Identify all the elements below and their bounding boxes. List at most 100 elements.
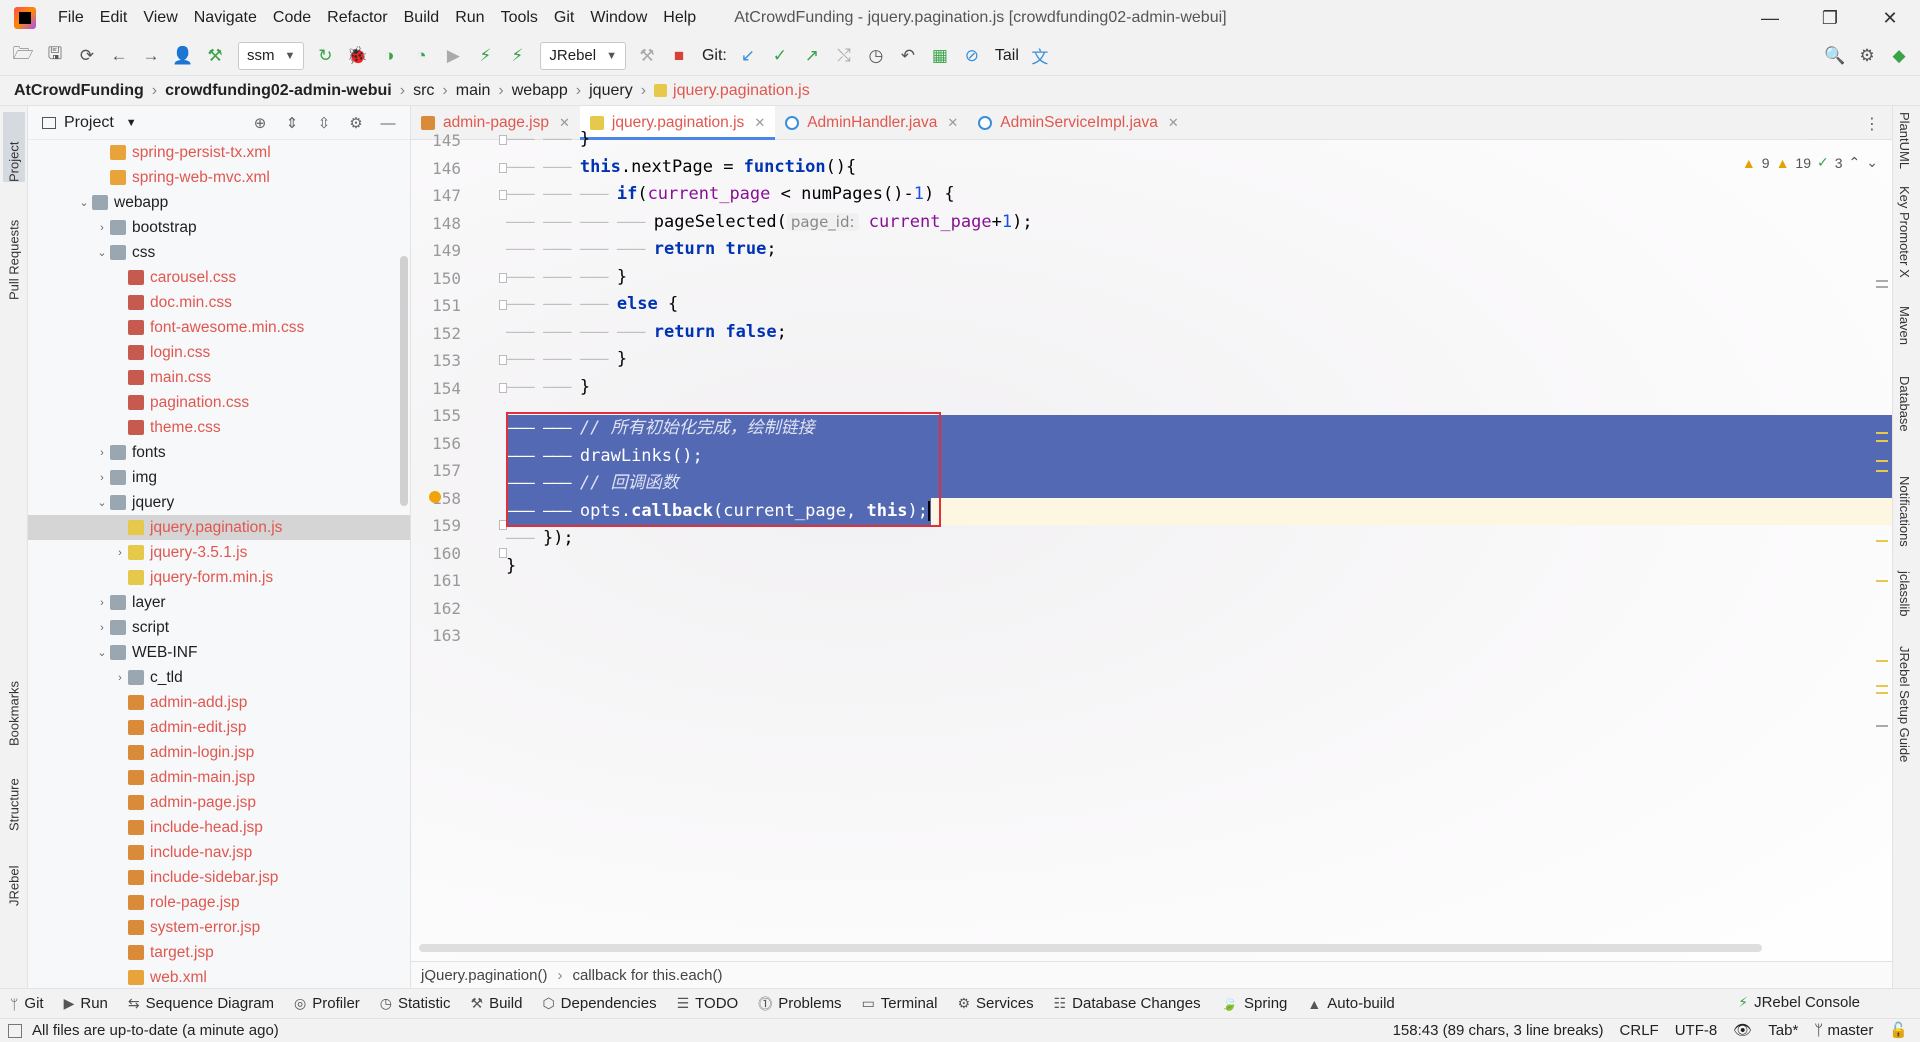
git-history-icon[interactable]: ◷ [861,41,891,71]
tool-tab-jrebel[interactable]: JRebel [3,846,25,906]
save-all-icon[interactable]: 🖫 [40,41,70,71]
tail-button[interactable]: Tail [989,47,1025,65]
gear-icon[interactable]: ⚙ [1852,41,1882,71]
tree-item[interactable]: admin-page.jsp [28,790,410,815]
forward-icon[interactable]: → [136,41,166,71]
locate-icon[interactable]: ⊕ [244,112,276,134]
search-icon[interactable]: 🔍 [1820,41,1850,71]
tree-item[interactable]: include-sidebar.jsp [28,865,410,890]
profile-icon[interactable]: ◔ [406,41,436,71]
git-rollback-icon[interactable]: ↶ [893,41,923,71]
chevron-down-icon[interactable]: ⌄ [94,246,110,259]
project-scrollbar[interactable] [400,256,408,506]
caret-position[interactable]: 158:43 (89 chars, 3 line breaks) [1393,1022,1604,1039]
breadcrumb-module[interactable]: crowdfunding02-admin-webui [165,82,392,100]
collapse-all-icon[interactable]: ⇳ [308,112,340,134]
tree-item[interactable]: admin-edit.jsp [28,715,410,740]
git-commit-icon[interactable]: ✓ [765,41,795,71]
breadcrumb-webapp[interactable]: webapp [512,82,568,100]
tree-item[interactable]: › script [28,615,410,640]
menu-refactor[interactable]: Refactor [319,9,395,27]
menu-help[interactable]: Help [655,9,704,27]
lock-icon[interactable]: 🔓 [1889,1021,1908,1039]
code-area[interactable]: ——— ——— } ——— ——— this.nextPage = functi… [506,129,1892,988]
tool-window-button[interactable]: ☷ Database Changes [1054,995,1201,1012]
tree-item[interactable]: ⌄ css [28,240,410,265]
tree-item[interactable]: doc.min.css [28,290,410,315]
tree-item[interactable]: admin-add.jsp [28,690,410,715]
tree-item[interactable]: login.css [28,340,410,365]
hammer-build-icon[interactable]: ⚒ [200,41,230,71]
breadcrumb-project[interactable]: AtCrowdFunding [14,82,144,100]
translate-icon[interactable]: 文 [1025,41,1055,71]
menu-window[interactable]: Window [582,9,655,27]
tool-windows-toggle-icon[interactable] [8,1023,22,1038]
tool-tab-pull-requests[interactable]: Pull Requests [3,190,25,300]
minimize-icon[interactable]: — [1740,0,1800,36]
indent-setting[interactable]: Tab* [1768,1022,1798,1039]
tool-window-button[interactable]: ⇆ Sequence Diagram [128,995,274,1012]
tree-item[interactable]: jquery-form.min.js [28,565,410,590]
file-encoding[interactable]: UTF-8 [1675,1022,1718,1039]
tree-item[interactable]: include-head.jsp [28,815,410,840]
chevron-right-icon[interactable]: › [94,622,110,634]
run-icon[interactable]: ▶ [438,41,468,71]
tree-item[interactable]: ⌄ WEB-INF [28,640,410,665]
menu-run[interactable]: Run [447,9,492,27]
stop-icon[interactable]: ■ [664,41,694,71]
tree-item[interactable]: main.css [28,365,410,390]
menu-navigate[interactable]: Navigate [186,9,265,27]
menu-build[interactable]: Build [396,9,448,27]
sync-icon[interactable]: ⟳ [72,41,102,71]
expand-all-icon[interactable]: ⇕ [276,112,308,134]
chevron-right-icon[interactable]: › [94,222,110,234]
tree-item[interactable]: carousel.css [28,265,410,290]
jrebel-debug-icon[interactable]: ⚡ [502,41,532,71]
editor-gutter[interactable]: 145 146 147 148 149 150 151 152 153 154 155 156 157 1… [411,131,507,988]
git-merge-icon[interactable]: ⤭ [829,41,859,71]
tool-window-button[interactable]: ▶ Run [64,995,108,1012]
back-icon[interactable]: ← [104,41,134,71]
tree-item[interactable]: target.jsp [28,940,410,965]
chevron-down-icon[interactable]: ⌄ [94,646,110,659]
footer-crumb-callback[interactable]: callback for this.each() [572,967,722,984]
chart-icon[interactable]: ▦ [925,41,955,71]
menu-code[interactable]: Code [265,9,319,27]
tool-window-button[interactable]: ◎ Profiler [294,995,360,1012]
status-message[interactable]: All files are up-to-date (a minute ago) [32,1022,279,1039]
tool-tab-structure[interactable]: Structure [3,761,25,831]
right-tool-tab[interactable]: Database [1897,376,1912,456]
tree-item[interactable]: › fonts [28,440,410,465]
tree-item[interactable]: theme.css [28,415,410,440]
breadcrumb-src[interactable]: src [413,82,434,100]
open-folder-icon[interactable]: 🗁 [8,41,38,71]
no-entry-icon[interactable]: ⊘ [957,41,987,71]
tool-window-button[interactable]: ⚙ Services [957,995,1033,1012]
intention-bulb-icon[interactable] [429,490,441,503]
gear-icon[interactable]: ⚙ [340,112,372,134]
menu-edit[interactable]: Edit [92,9,136,27]
right-tool-tab[interactable]: Maven [1897,306,1912,368]
jrebel-run-icon[interactable]: ⚡ [470,41,500,71]
tool-tab-project[interactable]: Project [3,112,25,182]
git-update-icon[interactable]: ↙ [733,41,763,71]
tree-item[interactable]: › bootstrap [28,215,410,240]
chevron-right-icon[interactable]: › [94,447,110,459]
horizontal-scrollbar[interactable] [419,944,1762,952]
tree-item[interactable]: › jquery-3.5.1.js [28,540,410,565]
tree-item[interactable]: web.xml [28,965,410,988]
tool-window-button[interactable]: ⚒ Build [471,995,523,1012]
tree-item[interactable]: › img [28,465,410,490]
tree-item[interactable]: pagination.css [28,390,410,415]
tool-window-button[interactable]: ◷ Statistic [380,995,451,1012]
right-tool-tab[interactable]: Notifications [1897,476,1912,566]
breadcrumb-jquery[interactable]: jquery [589,82,633,100]
chevron-right-icon[interactable]: › [94,472,110,484]
right-tool-tab[interactable]: PlantUML [1897,112,1912,172]
tool-window-button[interactable]: ☰ TODO [677,995,739,1012]
project-panel-title[interactable]: Project [64,114,114,132]
rerun-icon[interactable]: ↻ [310,41,340,71]
tool-tab-bookmarks[interactable]: Bookmarks [3,666,25,746]
jetbrains-toolbox-icon[interactable]: ◆ [1884,41,1914,71]
eye-icon[interactable]: 👁 [1733,1021,1752,1039]
